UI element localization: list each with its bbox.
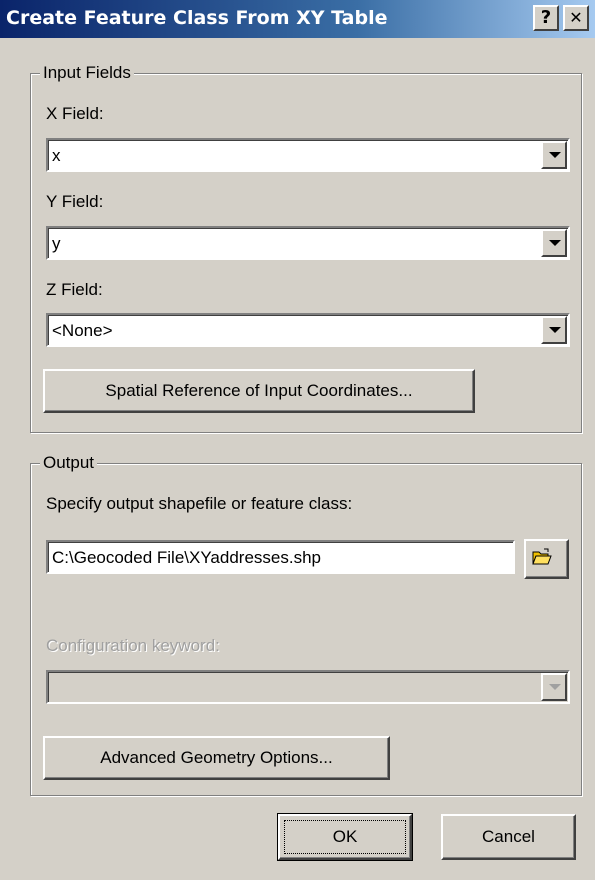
y-field-label: Y Field: — [46, 192, 104, 211]
window-title: Create Feature Class From XY Table — [6, 7, 388, 29]
input-fields-legend: Input Fields — [40, 63, 134, 83]
chevron-down-icon — [549, 327, 561, 333]
x-field-label: X Field: — [46, 104, 104, 123]
advanced-geometry-options-button[interactable]: Advanced Geometry Options... — [43, 736, 390, 780]
spatial-reference-button[interactable]: Spatial Reference of Input Coordinates..… — [43, 369, 475, 413]
z-field-label: Z Field: — [46, 280, 103, 299]
x-field-dropdown-button[interactable] — [541, 141, 567, 169]
z-field-dropdown-button[interactable] — [541, 316, 567, 344]
spatial-reference-button-label: Spatial Reference of Input Coordinates..… — [105, 381, 413, 400]
output-specify-label: Specify output shapefile or feature clas… — [46, 494, 353, 513]
cancel-button-label: Cancel — [482, 827, 535, 846]
help-button[interactable]: ? — [533, 5, 559, 31]
chevron-down-icon — [549, 240, 561, 246]
browse-button[interactable] — [524, 539, 569, 579]
output-path-value: C:\Geocoded File\XYaddresses.shp — [52, 548, 321, 567]
configuration-keyword-label: Configuration keyword: — [46, 636, 220, 655]
ok-button-label: OK — [332, 827, 358, 846]
output-path-input[interactable]: C:\Geocoded File\XYaddresses.shp — [46, 540, 515, 574]
chevron-down-icon — [549, 684, 561, 690]
configuration-keyword-dropdown-button[interactable] — [541, 673, 567, 701]
close-icon: ✕ — [569, 8, 583, 27]
cancel-button[interactable]: Cancel — [441, 814, 576, 860]
advanced-geometry-options-button-label: Advanced Geometry Options... — [100, 748, 333, 767]
x-field-value: x — [52, 146, 61, 165]
z-field-value: <None> — [52, 321, 113, 340]
close-button[interactable]: ✕ — [563, 5, 589, 31]
title-bar[interactable]: Create Feature Class From XY Table ? ✕ — [0, 0, 595, 38]
y-field-value: y — [52, 234, 61, 253]
y-field-dropdown-button[interactable] — [541, 229, 567, 257]
create-feature-class-dialog: Create Feature Class From XY Table ? ✕ I… — [0, 0, 595, 880]
y-field-select[interactable]: y — [46, 226, 570, 260]
configuration-keyword-select[interactable] — [46, 670, 570, 704]
ok-button[interactable]: OK — [277, 813, 413, 861]
help-icon: ? — [540, 7, 552, 28]
output-legend: Output — [40, 453, 98, 473]
z-field-select[interactable]: <None> — [46, 313, 570, 347]
x-field-select[interactable]: x — [46, 138, 570, 172]
open-folder-icon — [532, 548, 552, 565]
chevron-down-icon — [549, 152, 561, 158]
